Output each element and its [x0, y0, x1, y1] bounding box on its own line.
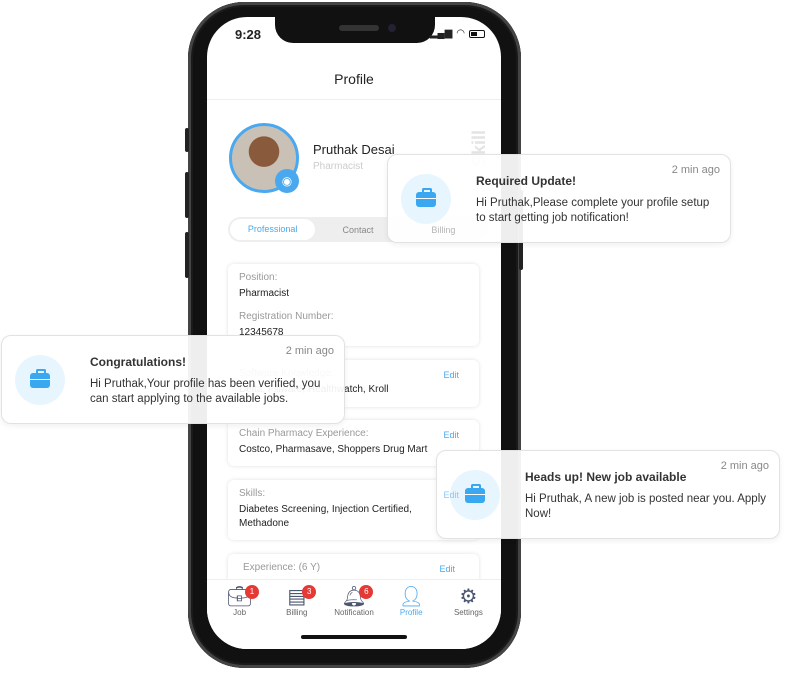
notification-time: 2 min ago: [285, 345, 334, 357]
nav-label: Billing: [286, 608, 308, 617]
nav-label: Profile: [399, 608, 423, 617]
user-icon: 👤︎: [398, 586, 424, 608]
nav-job[interactable]: 💼︎ 1 Job: [211, 580, 268, 649]
volume-down-button: [185, 232, 189, 278]
nav-label: Notification: [334, 608, 374, 617]
chain-value: Costco, Pharmasave, Shoppers Drug Mart: [239, 444, 428, 455]
phone-screen: 9:28 ▂▄▆ ◠ Profile ◉ Pruthak Desai Pharma…: [207, 17, 501, 649]
briefcase-icon: [30, 368, 50, 388]
signal-icon: ▂▄▆: [429, 28, 453, 39]
edit-software-button[interactable]: Edit: [443, 370, 459, 380]
briefcase-icon: 💼︎: [226, 586, 253, 608]
notification-icon: [401, 174, 451, 224]
notification-body: Hi Pruthak,Your profile has been verifie…: [90, 378, 321, 405]
profile-name: Pruthak Desai: [313, 142, 395, 157]
front-camera: [388, 24, 396, 32]
briefcase-icon: [465, 483, 485, 503]
notification-title: Heads up! New job available: [525, 470, 687, 484]
battery-icon: [469, 29, 485, 38]
page-title: Profile: [334, 71, 374, 87]
experience-label: Experience: (6 Y): [243, 562, 321, 573]
volume-up-button: [185, 172, 189, 218]
skills-label: Skills:: [239, 488, 266, 499]
nav-label: Settings: [453, 608, 483, 617]
speaker: [339, 25, 379, 31]
bell-icon: 🔔︎: [341, 586, 367, 608]
edit-experience-button[interactable]: Edit: [439, 564, 455, 574]
nav-settings[interactable]: ⚙ Settings: [440, 580, 497, 649]
position-value: Pharmacist: [239, 288, 290, 299]
wifi-icon: ◠: [456, 28, 465, 39]
status-time: 9:28: [235, 27, 262, 42]
skills-value: Diabetes Screening, Injection Certified,…: [239, 504, 412, 529]
invoice-icon: ▤: [287, 586, 307, 608]
notification-body: Hi Pruthak,Please complete your profile …: [476, 197, 710, 224]
status-icons: ▂▄▆ ◠: [430, 28, 485, 39]
notification-icon: [15, 355, 65, 405]
mute-switch: [185, 128, 189, 152]
briefcase-icon: [416, 187, 436, 207]
divider: [207, 99, 501, 100]
notch: [275, 17, 435, 43]
position-card: Position: Pharmacist Registration Number…: [228, 264, 479, 346]
edit-skills-button[interactable]: Edit: [443, 490, 459, 500]
notification-title: Congratulations!: [90, 355, 186, 369]
notification-congratulations[interactable]: 2 min ago Congratulations! Hi Pruthak,Yo…: [1, 335, 345, 424]
chain-label: Chain Pharmacy Experience:: [239, 428, 369, 439]
gear-icon: ⚙: [459, 586, 478, 608]
nav-label: Job: [233, 608, 247, 617]
notification-time: 2 min ago: [720, 460, 769, 472]
home-indicator: [301, 635, 407, 639]
notification-time: 2 min ago: [671, 164, 720, 176]
registration-label: Registration Number:: [239, 311, 334, 322]
profile-role: Pharmacist: [313, 161, 364, 172]
edit-chain-button[interactable]: Edit: [443, 430, 459, 440]
camera-icon[interactable]: ◉: [275, 169, 299, 193]
tab-billing[interactable]: Billing: [401, 225, 486, 235]
notification-new-job[interactable]: 2 min ago Heads up! New job available Hi…: [436, 450, 780, 539]
notification-body: Hi Pruthak, A new job is posted near you…: [525, 493, 767, 520]
position-label: Position:: [239, 272, 278, 283]
job-badge: 1: [245, 585, 259, 599]
tab-professional[interactable]: Professional: [230, 219, 316, 240]
notification-title: Required Update!: [476, 174, 577, 188]
